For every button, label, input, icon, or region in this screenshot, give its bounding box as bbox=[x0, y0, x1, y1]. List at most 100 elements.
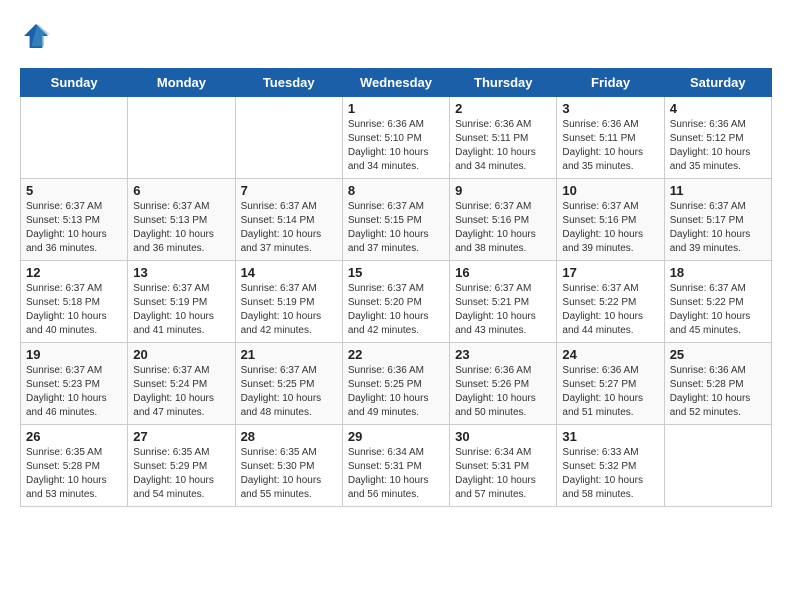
day-header-monday: Monday bbox=[128, 69, 235, 97]
day-header-wednesday: Wednesday bbox=[342, 69, 449, 97]
calendar-cell: 25 Sunrise: 6:36 AM Sunset: 5:28 PM Dayli… bbox=[664, 343, 771, 425]
page-header bbox=[20, 20, 772, 52]
cell-info: Sunrise: 6:36 AM Sunset: 5:12 PM Dayligh… bbox=[670, 118, 766, 174]
calendar-cell: 16 Sunrise: 6:37 AM Sunset: 5:21 PM Dayli… bbox=[450, 261, 557, 343]
calendar-cell: 5Sunrise: 6:37 AM Sunset: 5:13 PM Daylig… bbox=[21, 179, 128, 261]
cell-info: Sunrise: 6:33 AM Sunset: 5:32 PM Dayligh… bbox=[562, 446, 658, 502]
date-number: 30 bbox=[455, 429, 551, 444]
logo bbox=[20, 20, 56, 52]
date-number: 17 bbox=[562, 265, 658, 280]
logo-icon bbox=[20, 20, 52, 52]
calendar-cell: 4 Sunrise: 6:36 AM Sunset: 5:12 PM Daylig… bbox=[664, 97, 771, 179]
date-number: 9 bbox=[455, 183, 551, 198]
calendar-cell bbox=[21, 97, 128, 179]
date-number: 8 bbox=[348, 183, 444, 198]
calendar-cell: 15 Sunrise: 6:37 AM Sunset: 5:20 PM Dayli… bbox=[342, 261, 449, 343]
cell-info: Sunrise: 6:37 AM Sunset: 5:25 PM Dayligh… bbox=[241, 364, 337, 420]
cell-info: Sunrise: 6:36 AM Sunset: 5:11 PM Dayligh… bbox=[455, 118, 551, 174]
date-number: 31 bbox=[562, 429, 658, 444]
date-number: 14 bbox=[241, 265, 337, 280]
cell-info: Sunrise: 6:36 AM Sunset: 5:27 PM Dayligh… bbox=[562, 364, 658, 420]
calendar-cell bbox=[235, 97, 342, 179]
calendar-cell: 26 Sunrise: 6:35 AM Sunset: 5:28 PM Dayli… bbox=[21, 425, 128, 507]
cell-info: Sunrise: 6:37 AM Sunset: 5:17 PM Dayligh… bbox=[670, 200, 766, 256]
cell-info: Sunrise: 6:35 AM Sunset: 5:30 PM Dayligh… bbox=[241, 446, 337, 502]
cell-info: Sunrise: 6:36 AM Sunset: 5:25 PM Dayligh… bbox=[348, 364, 444, 420]
calendar-cell bbox=[664, 425, 771, 507]
calendar-cell: 30 Sunrise: 6:34 AM Sunset: 5:31 PM Dayli… bbox=[450, 425, 557, 507]
cell-info: Sunrise: 6:37 AM Sunset: 5:15 PM Dayligh… bbox=[348, 200, 444, 256]
calendar-cell: 24 Sunrise: 6:36 AM Sunset: 5:27 PM Dayli… bbox=[557, 343, 664, 425]
calendar-cell: 19 Sunrise: 6:37 AM Sunset: 5:23 PM Dayli… bbox=[21, 343, 128, 425]
calendar-table: SundayMondayTuesdayWednesdayThursdayFrid… bbox=[20, 68, 772, 507]
date-number: 24 bbox=[562, 347, 658, 362]
date-number: 2 bbox=[455, 101, 551, 116]
date-number: 25 bbox=[670, 347, 766, 362]
cell-info: Sunrise: 6:37 AM Sunset: 5:16 PM Dayligh… bbox=[455, 200, 551, 256]
cell-info: Sunrise: 6:37 AM Sunset: 5:23 PM Dayligh… bbox=[26, 364, 122, 420]
calendar-cell: 11 Sunrise: 6:37 AM Sunset: 5:17 PM Dayli… bbox=[664, 179, 771, 261]
day-header-thursday: Thursday bbox=[450, 69, 557, 97]
cell-info: Sunrise: 6:37 AM Sunset: 5:24 PM Dayligh… bbox=[133, 364, 229, 420]
day-header-sunday: Sunday bbox=[21, 69, 128, 97]
calendar-cell: 13Sunrise: 6:37 AM Sunset: 5:19 PM Dayli… bbox=[128, 261, 235, 343]
day-header-friday: Friday bbox=[557, 69, 664, 97]
calendar-cell: 12 Sunrise: 6:37 AM Sunset: 5:18 PM Dayli… bbox=[21, 261, 128, 343]
date-number: 4 bbox=[670, 101, 766, 116]
cell-info: Sunrise: 6:35 AM Sunset: 5:29 PM Dayligh… bbox=[133, 446, 229, 502]
cell-info: Sunrise: 6:37 AM Sunset: 5:13 PM Dayligh… bbox=[133, 200, 229, 256]
date-number: 16 bbox=[455, 265, 551, 280]
cell-info: Sunrise: 6:37 AM Sunset: 5:14 PM Dayligh… bbox=[241, 200, 337, 256]
date-number: 19 bbox=[26, 347, 122, 362]
cell-info: Sunrise: 6:36 AM Sunset: 5:10 PM Dayligh… bbox=[348, 118, 444, 174]
cell-info: Sunrise: 6:36 AM Sunset: 5:28 PM Dayligh… bbox=[670, 364, 766, 420]
calendar-cell: 1Sunrise: 6:36 AM Sunset: 5:10 PM Daylig… bbox=[342, 97, 449, 179]
calendar-cell: 6 Sunrise: 6:37 AM Sunset: 5:13 PM Daylig… bbox=[128, 179, 235, 261]
date-number: 18 bbox=[670, 265, 766, 280]
cell-info: Sunrise: 6:36 AM Sunset: 5:26 PM Dayligh… bbox=[455, 364, 551, 420]
date-number: 23 bbox=[455, 347, 551, 362]
date-number: 29 bbox=[348, 429, 444, 444]
date-number: 26 bbox=[26, 429, 122, 444]
calendar-cell: 8 Sunrise: 6:37 AM Sunset: 5:15 PM Daylig… bbox=[342, 179, 449, 261]
calendar-week-5: 26 Sunrise: 6:35 AM Sunset: 5:28 PM Dayli… bbox=[21, 425, 772, 507]
date-number: 15 bbox=[348, 265, 444, 280]
calendar-cell: 18 Sunrise: 6:37 AM Sunset: 5:22 PM Dayli… bbox=[664, 261, 771, 343]
cell-info: Sunrise: 6:36 AM Sunset: 5:11 PM Dayligh… bbox=[562, 118, 658, 174]
date-number: 10 bbox=[562, 183, 658, 198]
cell-info: Sunrise: 6:37 AM Sunset: 5:22 PM Dayligh… bbox=[670, 282, 766, 338]
cell-info: Sunrise: 6:34 AM Sunset: 5:31 PM Dayligh… bbox=[455, 446, 551, 502]
date-number: 27 bbox=[133, 429, 229, 444]
cell-info: Sunrise: 6:37 AM Sunset: 5:21 PM Dayligh… bbox=[455, 282, 551, 338]
date-number: 7 bbox=[241, 183, 337, 198]
calendar-week-1: 1Sunrise: 6:36 AM Sunset: 5:10 PM Daylig… bbox=[21, 97, 772, 179]
cell-info: Sunrise: 6:37 AM Sunset: 5:18 PM Dayligh… bbox=[26, 282, 122, 338]
cell-info: Sunrise: 6:37 AM Sunset: 5:16 PM Dayligh… bbox=[562, 200, 658, 256]
calendar-cell: 22 Sunrise: 6:36 AM Sunset: 5:25 PM Dayli… bbox=[342, 343, 449, 425]
cell-info: Sunrise: 6:35 AM Sunset: 5:28 PM Dayligh… bbox=[26, 446, 122, 502]
date-number: 28 bbox=[241, 429, 337, 444]
date-number: 12 bbox=[26, 265, 122, 280]
calendar-cell: 14 Sunrise: 6:37 AM Sunset: 5:19 PM Dayli… bbox=[235, 261, 342, 343]
date-number: 3 bbox=[562, 101, 658, 116]
cell-info: Sunrise: 6:37 AM Sunset: 5:20 PM Dayligh… bbox=[348, 282, 444, 338]
calendar-cell: 3 Sunrise: 6:36 AM Sunset: 5:11 PM Daylig… bbox=[557, 97, 664, 179]
date-number: 11 bbox=[670, 183, 766, 198]
calendar-cell: 21Sunrise: 6:37 AM Sunset: 5:25 PM Dayli… bbox=[235, 343, 342, 425]
date-number: 6 bbox=[133, 183, 229, 198]
cell-info: Sunrise: 6:37 AM Sunset: 5:13 PM Dayligh… bbox=[26, 200, 122, 256]
day-header-tuesday: Tuesday bbox=[235, 69, 342, 97]
calendar-cell: 2 Sunrise: 6:36 AM Sunset: 5:11 PM Daylig… bbox=[450, 97, 557, 179]
calendar-cell: 17Sunrise: 6:37 AM Sunset: 5:22 PM Dayli… bbox=[557, 261, 664, 343]
calendar-cell: 31 Sunrise: 6:33 AM Sunset: 5:32 PM Dayli… bbox=[557, 425, 664, 507]
date-number: 22 bbox=[348, 347, 444, 362]
calendar-cell: 28 Sunrise: 6:35 AM Sunset: 5:30 PM Dayli… bbox=[235, 425, 342, 507]
cell-info: Sunrise: 6:37 AM Sunset: 5:19 PM Dayligh… bbox=[133, 282, 229, 338]
calendar-cell bbox=[128, 97, 235, 179]
calendar-cell: 7 Sunrise: 6:37 AM Sunset: 5:14 PM Daylig… bbox=[235, 179, 342, 261]
calendar-week-2: 5Sunrise: 6:37 AM Sunset: 5:13 PM Daylig… bbox=[21, 179, 772, 261]
day-header-saturday: Saturday bbox=[664, 69, 771, 97]
cell-info: Sunrise: 6:37 AM Sunset: 5:19 PM Dayligh… bbox=[241, 282, 337, 338]
calendar-week-4: 19 Sunrise: 6:37 AM Sunset: 5:23 PM Dayli… bbox=[21, 343, 772, 425]
calendar-cell: 10 Sunrise: 6:37 AM Sunset: 5:16 PM Dayli… bbox=[557, 179, 664, 261]
